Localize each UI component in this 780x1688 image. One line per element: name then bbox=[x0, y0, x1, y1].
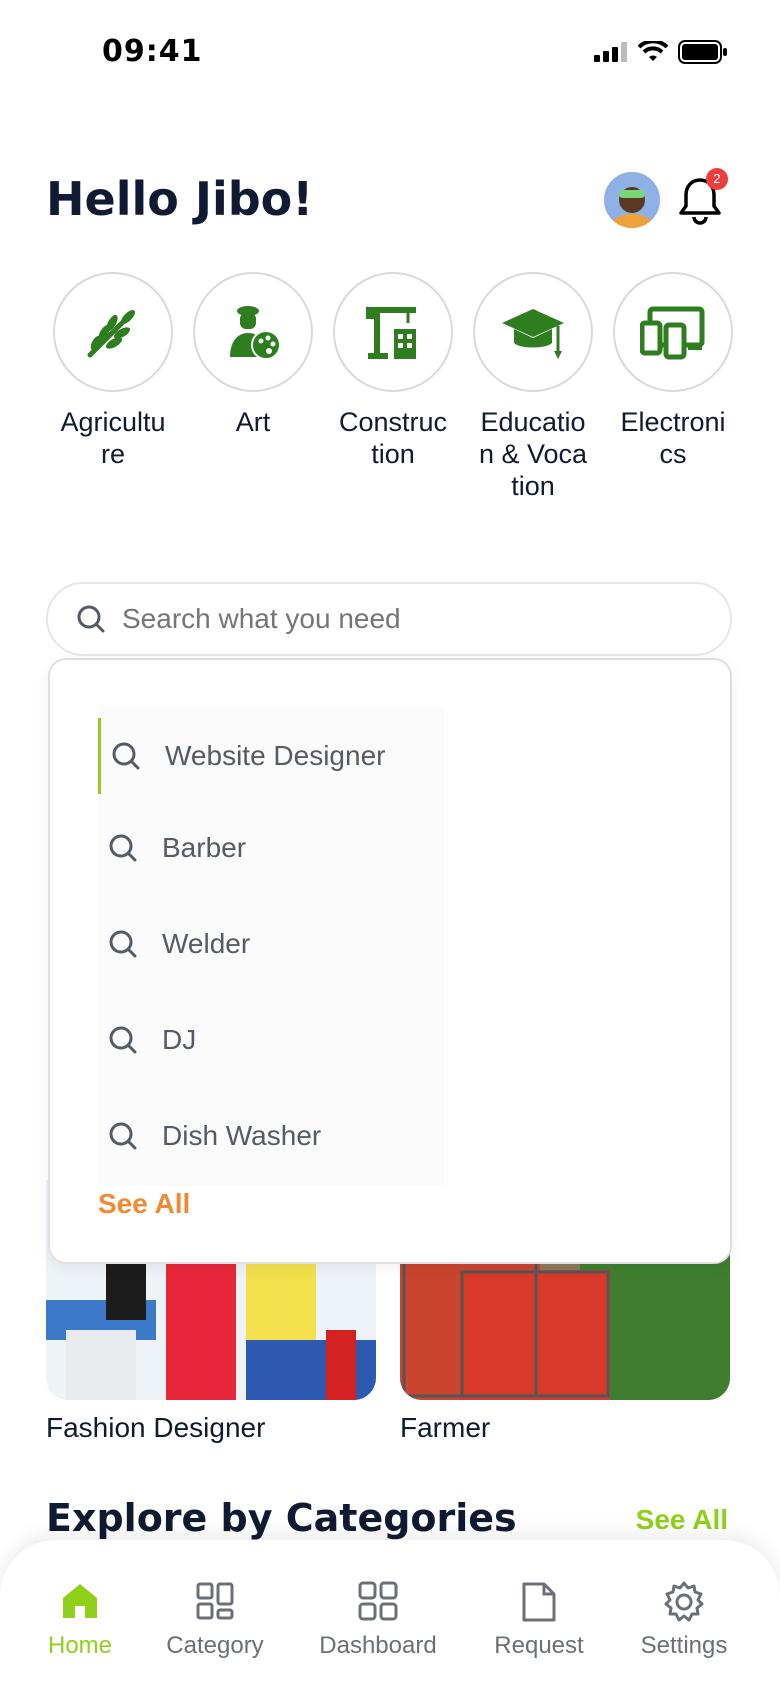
category-label: Art bbox=[235, 407, 271, 437]
category-circle bbox=[53, 272, 173, 392]
status-time: 09:41 bbox=[102, 34, 203, 69]
category-agriculture[interactable]: Agriculture bbox=[48, 272, 178, 470]
suggestion-list: Website Designer Barber Welder DJ Dish W… bbox=[98, 706, 444, 1186]
dropdown-see-all-link[interactable]: See All bbox=[98, 1188, 190, 1220]
suggestion-label: Dish Washer bbox=[162, 1120, 322, 1151]
suggestion-label: Barber bbox=[162, 832, 247, 863]
suggestion-label: Website Designer bbox=[165, 740, 386, 771]
search-icon bbox=[109, 930, 137, 958]
category-construction[interactable]: Construction bbox=[328, 272, 458, 470]
category-circle bbox=[613, 272, 733, 392]
artist-palette-icon bbox=[230, 306, 281, 360]
nav-label: Category bbox=[166, 1632, 264, 1659]
nav-category[interactable]: Category bbox=[145, 1580, 285, 1660]
search-icon bbox=[77, 605, 105, 633]
nav-dashboard[interactable]: Dashboard bbox=[308, 1580, 448, 1660]
category-icon bbox=[196, 1582, 234, 1620]
category-label: Electronics bbox=[620, 407, 726, 469]
search-icon bbox=[109, 1122, 137, 1150]
cellular-signal-icon bbox=[594, 42, 627, 62]
category-label: Agriculture bbox=[60, 407, 166, 469]
search-bar[interactable] bbox=[46, 582, 732, 656]
nav-label: Dashboard bbox=[319, 1632, 437, 1659]
header: Hello Jibo! 2 bbox=[46, 168, 736, 238]
status-bar: 09:41 bbox=[0, 0, 780, 100]
nav-home[interactable]: Home bbox=[10, 1580, 150, 1660]
category-row: Agriculture Art Construction Education &… bbox=[48, 272, 738, 542]
category-art[interactable]: Art bbox=[188, 272, 318, 438]
search-icon bbox=[109, 1026, 137, 1054]
suggestion-item[interactable]: Dish Washer bbox=[98, 1098, 444, 1174]
crane-icon bbox=[366, 307, 416, 359]
dashboard-icon bbox=[358, 1581, 398, 1621]
notification-badge: 2 bbox=[706, 168, 728, 190]
suggestion-item[interactable]: DJ bbox=[98, 1002, 444, 1078]
suggestion-item[interactable]: Barber bbox=[98, 810, 444, 886]
category-circle bbox=[333, 272, 453, 392]
suggestion-item[interactable]: Welder bbox=[98, 906, 444, 982]
wheat-icon bbox=[87, 310, 135, 358]
explore-title: Explore by Categories bbox=[46, 1496, 517, 1540]
category-label: Construction bbox=[338, 407, 448, 469]
search-suggestions-dropdown: Website Designer Barber Welder DJ Dish W… bbox=[48, 658, 732, 1264]
suggestion-label: Welder bbox=[162, 928, 251, 959]
nav-settings[interactable]: Settings bbox=[614, 1580, 754, 1660]
greeting-title: Hello Jibo! bbox=[46, 172, 314, 226]
nav-request[interactable]: Request bbox=[469, 1580, 609, 1660]
devices-icon bbox=[640, 306, 705, 360]
featured-label: Fashion Designer bbox=[46, 1412, 266, 1443]
graduation-cap-icon bbox=[502, 309, 564, 359]
search-icon bbox=[109, 834, 137, 862]
category-education[interactable]: Education & Vocation bbox=[468, 272, 598, 502]
category-label: Education & Vocation bbox=[478, 407, 588, 501]
explore-see-all-link[interactable]: See All bbox=[636, 1504, 728, 1536]
status-icons bbox=[594, 40, 728, 64]
category-circle bbox=[473, 272, 593, 392]
wifi-icon bbox=[638, 41, 668, 61]
category-electronics[interactable]: Electronics bbox=[608, 272, 738, 470]
avatar[interactable] bbox=[604, 172, 660, 228]
category-circle bbox=[193, 272, 313, 392]
nav-label: Home bbox=[47, 1632, 113, 1659]
featured-label: Farmer bbox=[400, 1412, 491, 1443]
battery-icon bbox=[678, 40, 727, 64]
nav-label: Settings bbox=[640, 1632, 728, 1659]
search-input[interactable] bbox=[122, 603, 682, 635]
home-icon bbox=[63, 1584, 97, 1618]
search-icon bbox=[112, 742, 140, 770]
suggestion-label: DJ bbox=[162, 1024, 197, 1055]
suggestion-item[interactable]: Website Designer bbox=[98, 718, 444, 794]
bottom-nav: Home Category Dashboard Request Settings bbox=[0, 1540, 780, 1688]
gear-icon bbox=[664, 1581, 704, 1622]
document-icon bbox=[522, 1582, 556, 1622]
nav-label: Request bbox=[494, 1632, 584, 1659]
